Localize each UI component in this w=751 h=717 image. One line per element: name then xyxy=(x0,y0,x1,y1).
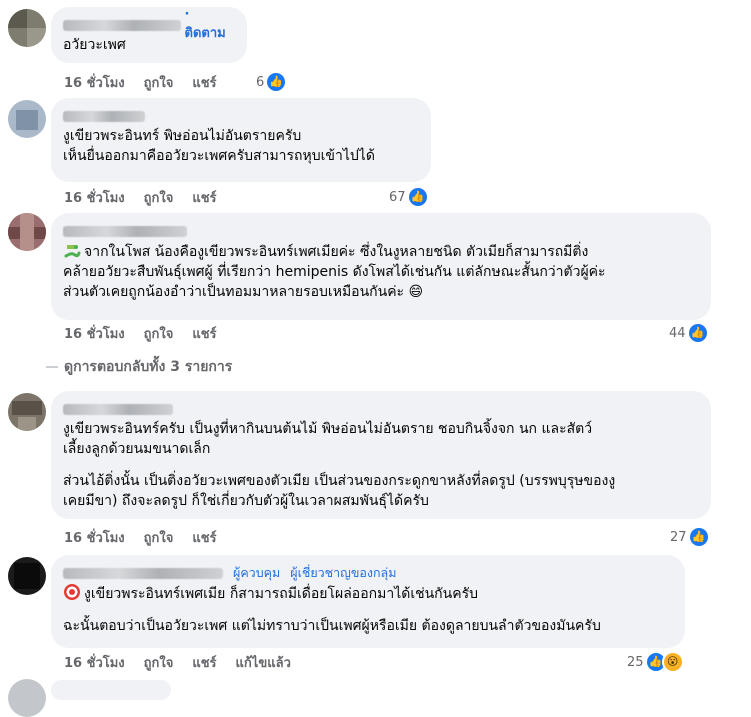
snake-emoji-icon xyxy=(64,245,81,258)
comment-time[interactable]: 16 ชั่วโมง xyxy=(64,323,125,344)
like-reaction-icon: 👍 xyxy=(646,653,665,671)
avatar[interactable] xyxy=(8,557,46,595)
commenter-name-row xyxy=(63,399,699,419)
comment-bubble: จากในโพส น้องคืองูเขียวพระอินทร์เพศเมียค… xyxy=(51,213,711,320)
reaction-count[interactable]: 27 👍 xyxy=(670,528,708,546)
comment-bubble: งูเขียวพระอินทร์ครับ เป็นงูที่หากินบนต้น… xyxy=(51,391,711,519)
comment-actions: 16 ชั่วโมง ถูกใจ แชร์ xyxy=(64,324,236,342)
like-button[interactable]: ถูกใจ xyxy=(144,652,174,673)
moderator-badge[interactable]: ผู้ควบคุม xyxy=(233,563,280,583)
comment-line: จากในโพส น้องคืองูเขียวพระอินทร์เพศเมียค… xyxy=(63,241,699,262)
comment-text: งูเขียวพระอินทร์ พิษอ่อนไม่อันตรายครับ เ… xyxy=(63,126,419,166)
target-emoji-icon xyxy=(64,584,80,600)
comment-line: คล้ายอวัยวะสืบพันธุ์เพศผู้ ที่เรียกว่า h… xyxy=(63,264,606,280)
commenter-name[interactable] xyxy=(63,225,187,237)
wow-reaction-icon: 😮 xyxy=(663,653,682,671)
commenter-name-row xyxy=(63,106,419,126)
share-button[interactable]: แชร์ xyxy=(192,652,216,673)
edited-label[interactable]: แก้ไขแล้ว xyxy=(236,652,291,673)
commenter-name-row: ผู้ควบคุม ผู้เชี่ยวชาญของกลุ่ม xyxy=(63,563,673,583)
like-reaction-icon: 👍 xyxy=(688,324,707,342)
like-reaction-icon: 👍 xyxy=(689,528,708,546)
commenter-name[interactable] xyxy=(63,110,145,122)
comment-time[interactable]: 16 ชั่วโมง xyxy=(64,527,125,548)
comment-paragraph: งูเขียวพระอินทร์ครับ เป็นงูที่หากินบนต้น… xyxy=(63,421,593,457)
comment-text: งูเขียวพระอินทร์เพศเมีย ก็สามารถมีเดื่อย… xyxy=(63,583,673,636)
reaction-count[interactable]: 25 👍 😮 xyxy=(627,653,682,671)
comment-text: งูเขียวพระอินทร์ครับ เป็นงูที่หากินบนต้น… xyxy=(63,419,699,511)
like-button[interactable]: ถูกใจ xyxy=(144,527,174,548)
comment-text: จากในโพส น้องคืองูเขียวพระอินทร์เพศเมียค… xyxy=(63,241,699,302)
comment-paragraph: ส่วนไอ้ติ่งนั้น เป็นติ่งอวัยวะเพศของตัวเ… xyxy=(63,473,616,509)
like-reaction-icon: 👍 xyxy=(408,188,427,206)
reaction-count[interactable]: 6 👍 xyxy=(256,73,286,91)
comment-paragraph: ฉะนั้นตอบว่าเป็นอวัยวะเพศ แต่ไม่ทราบว่าเ… xyxy=(63,618,601,634)
avatar[interactable] xyxy=(8,100,46,138)
share-button[interactable]: แชร์ xyxy=(192,187,216,208)
comment-actions: 16 ชั่วโมง ถูกใจ แชร์ แก้ไขแล้ว xyxy=(64,653,310,671)
comment-bubble: ผู้ควบคุม ผู้เชี่ยวชาญของกลุ่ม งูเขียวพร… xyxy=(51,555,685,648)
comment-bubble: · ติดตาม อวัยวะเพศ xyxy=(51,7,247,63)
group-expert-badge[interactable]: ผู้เชี่ยวชาญของกลุ่ม xyxy=(290,563,396,583)
like-button[interactable]: ถูกใจ xyxy=(144,72,174,93)
like-button[interactable]: ถูกใจ xyxy=(144,187,174,208)
commenter-name-row xyxy=(63,221,699,241)
like-reaction-icon: 👍 xyxy=(267,73,286,91)
comment-time[interactable]: 16 ชั่วโมง xyxy=(64,72,125,93)
comment-bubble: งูเขียวพระอินทร์ พิษอ่อนไม่อันตรายครับ เ… xyxy=(51,98,431,182)
comment-paragraph: งูเขียวพระอินทร์เพศเมีย ก็สามารถมีเดื่อย… xyxy=(63,583,673,604)
reaction-count[interactable]: 67 👍 xyxy=(389,188,427,206)
comment-time[interactable]: 16 ชั่วโมง xyxy=(64,187,125,208)
comment-bubble xyxy=(51,680,171,700)
like-button[interactable]: ถูกใจ xyxy=(144,323,174,344)
commenter-name[interactable] xyxy=(63,567,223,579)
reply-thread-line xyxy=(46,366,58,368)
follow-link[interactable]: · ติดตาม xyxy=(185,7,235,43)
commenter-name-row: · ติดตาม xyxy=(63,7,235,41)
comment-paragraph: งูเขียวพระอินทร์ พิษอ่อนไม่อันตรายครับ เ… xyxy=(63,128,375,164)
avatar[interactable] xyxy=(8,393,46,431)
commenter-name[interactable] xyxy=(63,19,181,31)
share-button[interactable]: แชร์ xyxy=(192,323,216,344)
commenter-name[interactable] xyxy=(63,403,173,415)
comment-actions: 16 ชั่วโมง ถูกใจ แชร์ xyxy=(64,188,236,206)
share-button[interactable]: แชร์ xyxy=(192,72,216,93)
comment-time[interactable]: 16 ชั่วโมง xyxy=(64,652,125,673)
comment-actions: 16 ชั่วโมง ถูกใจ แชร์ xyxy=(64,73,236,91)
comment-line: ส่วนตัวเคยถูกน้องอำว่าเป็นทอมมาหลายรอบเห… xyxy=(63,284,424,300)
view-replies-link[interactable]: ดูการตอบกลับทั้ง 3 รายการ xyxy=(46,356,232,378)
avatar[interactable] xyxy=(8,9,46,47)
reaction-count[interactable]: 44 👍 xyxy=(669,324,707,342)
avatar[interactable] xyxy=(8,213,46,251)
share-button[interactable]: แชร์ xyxy=(192,527,216,548)
comment-actions: 16 ชั่วโมง ถูกใจ แชร์ xyxy=(64,528,236,546)
